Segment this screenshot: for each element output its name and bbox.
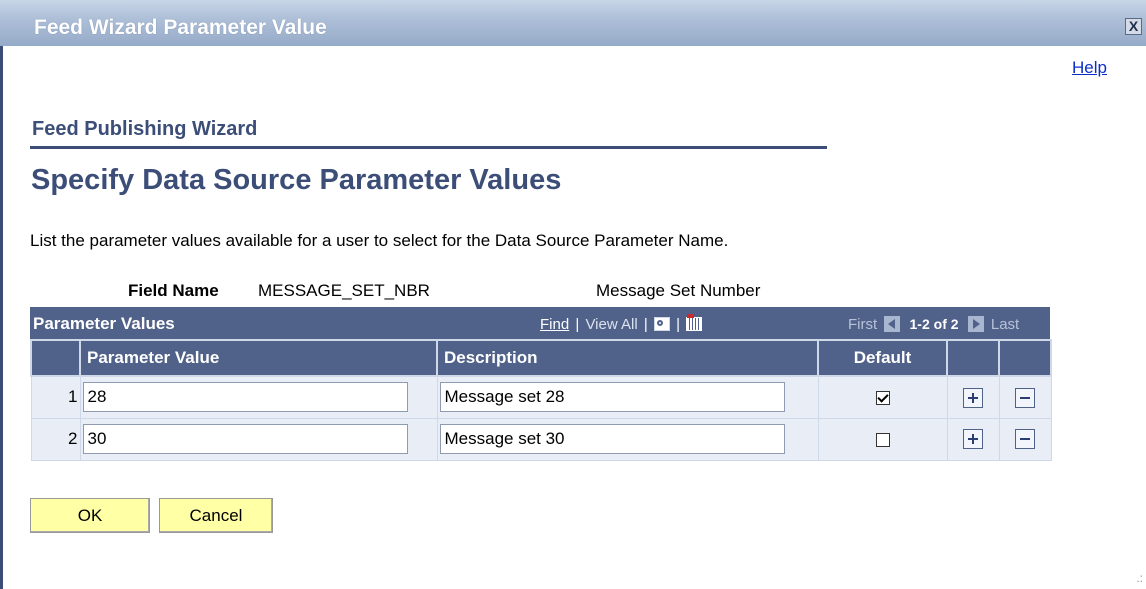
parameter-value-input[interactable] <box>82 424 408 454</box>
view-all-link[interactable]: View All <box>585 316 637 333</box>
field-name-value: MESSAGE_SET_NBR <box>258 281 430 300</box>
wizard-title: Feed Publishing Wizard <box>32 118 258 140</box>
row-number: 1 <box>30 375 81 419</box>
grid-download-icon[interactable] <box>686 314 703 331</box>
row-number: 2 <box>30 417 81 461</box>
row-count: 1-2 of 2 <box>909 316 959 332</box>
description-cell <box>436 375 819 419</box>
description-header: Description <box>436 339 819 377</box>
parameter-value-header: Parameter Value <box>79 339 438 377</box>
parameter-values-grid: Parameter Value Description Default 1 28… <box>30 339 1052 461</box>
delete-row-icon[interactable] <box>1015 429 1035 450</box>
separator: | <box>676 316 681 333</box>
add-column-header <box>946 339 1000 377</box>
field-name-label: Field Name <box>128 281 219 300</box>
page-title: Specify Data Source Parameter Values <box>31 164 562 196</box>
delete-cell <box>998 375 1052 419</box>
table-row: 2 <box>30 417 1052 461</box>
last-label[interactable]: Last <box>991 316 1019 333</box>
parameter-value-input[interactable] <box>82 382 408 413</box>
next-arrow-icon[interactable] <box>967 316 984 332</box>
first-arrow-icon[interactable] <box>884 316 901 332</box>
description-input[interactable] <box>439 424 785 454</box>
resize-grip-icon[interactable]: .: <box>1136 571 1143 585</box>
window-titlebar: Feed Wizard Parameter Value X <box>0 0 1146 46</box>
description-cell <box>436 417 819 461</box>
delete-row-icon[interactable] <box>1015 387 1035 408</box>
cancel-button[interactable]: Cancel <box>159 498 273 533</box>
parameter-value-cell <box>79 417 438 461</box>
description-input[interactable] <box>439 382 785 413</box>
default-cell <box>817 417 948 461</box>
pager: First 1-2 of 2 Last <box>848 316 1019 333</box>
field-description: Message Set Number <box>596 281 761 300</box>
add-row-icon[interactable] <box>963 429 983 450</box>
row-number-header <box>30 339 81 377</box>
title-divider <box>30 146 827 149</box>
add-row-icon[interactable] <box>963 387 983 408</box>
grid-nav: Find | View All | | <box>540 314 703 333</box>
add-cell <box>946 417 1000 461</box>
delete-cell <box>998 417 1052 461</box>
window-left-border <box>0 46 3 589</box>
instructions-text: List the parameter values available for … <box>30 231 729 250</box>
help-link[interactable]: Help <box>1072 58 1107 78</box>
table-row: 1 <box>30 375 1052 419</box>
default-header: Default <box>817 339 948 377</box>
default-checkbox[interactable] <box>875 390 890 405</box>
first-label[interactable]: First <box>848 316 877 333</box>
close-icon[interactable]: X <box>1125 18 1142 35</box>
default-checkbox[interactable] <box>875 432 890 447</box>
add-cell <box>946 375 1000 419</box>
grid-header-bar: Parameter Values Find | View All | | Fir… <box>30 307 1050 339</box>
find-link[interactable]: Find <box>540 316 569 333</box>
window-title: Feed Wizard Parameter Value <box>34 16 327 39</box>
separator: | <box>575 316 580 333</box>
delete-column-header <box>998 339 1052 377</box>
zoom-icon[interactable] <box>653 317 670 331</box>
separator: | <box>643 316 648 333</box>
default-cell <box>817 375 948 419</box>
parameter-value-cell <box>79 375 438 419</box>
ok-button[interactable]: OK <box>30 498 150 533</box>
grid-title: Parameter Values <box>33 314 175 333</box>
